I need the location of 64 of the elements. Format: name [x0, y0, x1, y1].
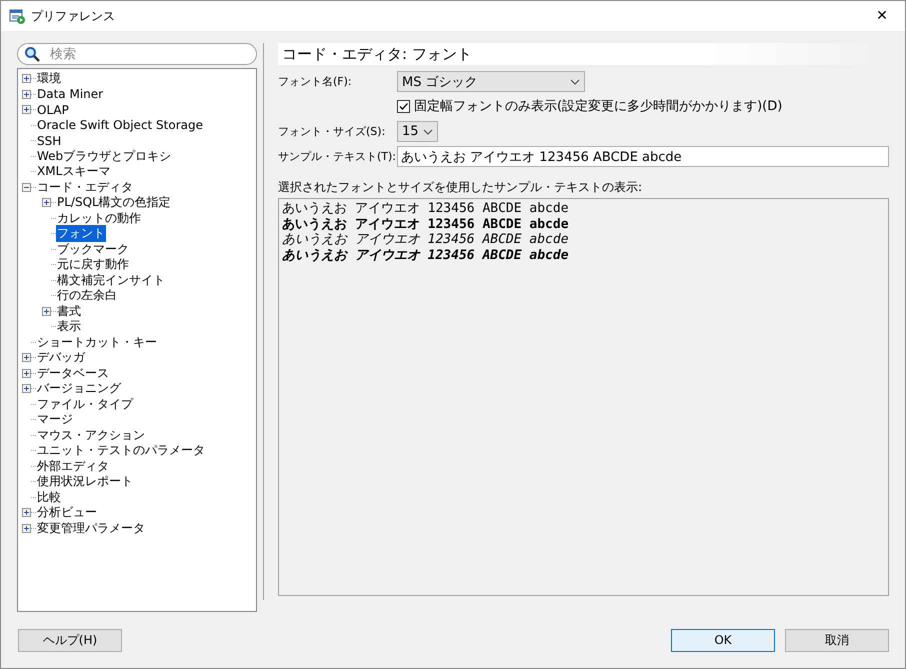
field-label: フォント名(F): — [278, 75, 352, 88]
collapse-icon[interactable] — [22, 182, 31, 192]
tree-item[interactable]: フォント — [56, 225, 106, 242]
expand-icon[interactable] — [42, 306, 51, 316]
tree-item[interactable]: 比較 — [36, 488, 62, 506]
tree-item[interactable]: 書式 — [56, 302, 82, 320]
ok-button[interactable]: OK — [671, 628, 775, 652]
cancel-button[interactable]: 取消 — [785, 628, 889, 652]
tree-item[interactable]: 表示 — [56, 318, 82, 336]
sample-text-field[interactable]: あいうえお アイウエオ 123456 ABCDE abcde — [397, 146, 889, 167]
font-size-dropdown[interactable]: 15 — [397, 121, 438, 142]
expand-icon[interactable] — [22, 368, 31, 378]
preview-line: あいうえお アイウエオ 123456 ABCDE abcde — [282, 232, 570, 248]
expand-icon[interactable] — [22, 524, 31, 533]
expand-icon[interactable] — [22, 105, 31, 114]
tree-item[interactable]: Oracle Swift Object Storage — [36, 118, 204, 132]
font-name-dropdown[interactable]: MS ゴシック — [397, 71, 585, 92]
field-label: フォント・サイズ(S): — [278, 125, 386, 138]
preview-label: 選択されたフォントとサイズを使用したサンプル・テキストの表示: — [278, 179, 644, 196]
checkbox[interactable] — [397, 100, 410, 112]
tree-item[interactable]: PL/SQL構文の色指定 — [56, 194, 172, 212]
window-title: プリファレンス — [31, 8, 116, 24]
tree-item[interactable]: ユニット・テストのパラメータ — [36, 442, 206, 460]
chevron-down-icon — [570, 78, 580, 84]
tree-item[interactable]: 行の左余白 — [56, 287, 118, 304]
search-icon — [24, 46, 40, 62]
tree-item[interactable]: ブックマーク — [56, 240, 130, 258]
tree-item[interactable]: マージ — [36, 411, 74, 428]
preview-line: あいうえお アイウエオ 123456 ABCDE abcde — [282, 248, 570, 263]
expand-icon[interactable] — [22, 74, 31, 84]
expand-icon[interactable] — [22, 508, 31, 518]
expand-icon[interactable] — [42, 198, 51, 208]
preview-line: あいうえお アイウエオ 123456 ABCDE abcde — [282, 216, 570, 232]
tree-item[interactable]: ファイル・タイプ — [36, 396, 134, 413]
tree-item[interactable]: Webブラウザとプロキシ — [36, 148, 172, 165]
tree-item[interactable]: カレットの動作 — [56, 210, 142, 227]
tree-item[interactable]: 分析ビュー — [36, 504, 98, 522]
tree-item[interactable]: SSH — [36, 134, 62, 148]
preview-line: あいうえお アイウエオ 123456 ABCDE abcde — [282, 201, 570, 216]
expand-icon[interactable] — [22, 353, 31, 362]
tree-item[interactable]: 元に戻す動作 — [56, 256, 130, 274]
app-icon — [9, 8, 25, 24]
tree-item[interactable]: Data Miner — [36, 87, 104, 102]
tree-item[interactable]: マウス・アクション — [36, 426, 146, 444]
help-button[interactable]: ヘルプ(H) — [18, 628, 122, 652]
tree-item[interactable]: データベース — [36, 364, 110, 382]
tree-item[interactable]: XMLスキーマ — [36, 163, 112, 180]
tree-item[interactable]: 構文補完インサイト — [56, 272, 166, 289]
tree-item[interactable]: ショートカット・キー — [36, 334, 158, 351]
expand-icon[interactable] — [22, 90, 31, 99]
field-label: サンプル・テキスト(T): — [278, 150, 396, 163]
tree-item[interactable]: コード・エディタ — [36, 178, 134, 196]
expand-icon[interactable] — [22, 384, 31, 394]
close-button[interactable]: ✕ — [859, 1, 905, 31]
tree-item[interactable]: OLAP — [36, 102, 70, 117]
tree-item[interactable]: デバッガ — [36, 349, 86, 366]
tree-item[interactable]: 外部エディタ — [36, 458, 110, 475]
tree-item[interactable]: 環境 — [36, 70, 62, 88]
tree-item[interactable]: 使用状況レポート — [36, 473, 134, 490]
tree-item[interactable]: 変更管理パラメータ — [36, 520, 146, 537]
tree-item[interactable]: バージョニング — [36, 380, 122, 398]
search-field[interactable]: 検索 — [17, 43, 257, 65]
chevron-down-icon — [423, 128, 433, 134]
checkbox-label: 固定幅フォントのみ表示(設定変更に多少時間がかかります)(D) — [414, 98, 782, 115]
